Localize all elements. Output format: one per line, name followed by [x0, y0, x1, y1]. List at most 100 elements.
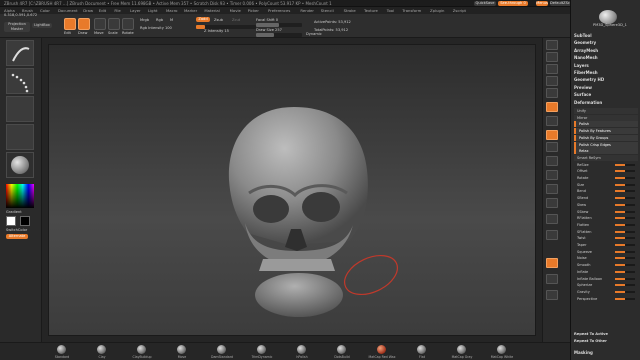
deformation-polish-slider[interactable]: Polish — [574, 121, 638, 128]
solo-button[interactable] — [546, 274, 558, 284]
trimdynamic-icon[interactable] — [257, 345, 266, 354]
tray-section-geometry[interactable]: Geometry — [574, 39, 638, 46]
menu-preferences[interactable]: Preferences — [268, 8, 290, 13]
polyf-button[interactable] — [546, 230, 558, 240]
deformation-smart-resym-button[interactable]: Smart ReSym — [574, 154, 638, 161]
deformation-twist-slider[interactable]: Twist — [574, 235, 638, 241]
menu-marker[interactable]: Marker — [184, 8, 197, 13]
deformation-gravity-slider[interactable]: Gravity — [574, 289, 638, 295]
scale-mode-button[interactable] — [108, 18, 120, 30]
skull-model[interactable] — [49, 45, 537, 337]
deformation-polish-crisp-edges-slider[interactable]: Polish Crisp Edges — [574, 141, 638, 148]
deformation-bend-slider[interactable]: Bend — [574, 188, 638, 194]
quicksave-button[interactable]: QuickSave — [474, 1, 496, 6]
deformation-skew-slider[interactable]: Skew — [574, 202, 638, 208]
alternate-button[interactable]: Alternate — [6, 234, 28, 239]
menu-light[interactable]: Light — [148, 8, 157, 13]
see-through-slider[interactable]: See-through 0 — [498, 1, 528, 6]
projection-master-button[interactable]: Projection Master — [4, 22, 30, 32]
menu-picker[interactable]: Picker — [248, 8, 259, 13]
menu-macro[interactable]: Macro — [166, 8, 178, 13]
zsub-button[interactable]: Zsub — [214, 18, 223, 22]
deformation-spherize-slider[interactable]: Spherize — [574, 282, 638, 288]
menu-material[interactable]: Material — [204, 8, 219, 13]
edit-mode-button[interactable] — [64, 18, 76, 30]
deformation-polish-by-groups-slider[interactable]: Polish By Groups — [574, 134, 638, 141]
menu-tool[interactable]: Tool — [387, 8, 394, 13]
menu-render[interactable]: Render — [300, 8, 314, 13]
menu-stencil[interactable]: Stencil — [321, 8, 334, 13]
move-mode-button[interactable] — [94, 18, 106, 30]
move-icon[interactable] — [177, 345, 186, 354]
deformation-mirror-button[interactable]: Mirror — [574, 114, 638, 121]
current-tool-icon[interactable] — [599, 10, 617, 24]
stroke-thumbnail[interactable] — [6, 68, 34, 94]
tray-section-nanomesh[interactable]: NanoMesh — [574, 54, 638, 61]
menu-color[interactable]: Color — [40, 8, 50, 13]
deformation-sbend-slider[interactable]: SBend — [574, 195, 638, 201]
deformation-inflate-balloon-slider[interactable]: Inflate Balloon — [574, 276, 638, 282]
texture-thumbnail[interactable] — [6, 124, 34, 150]
rotate-mode-button[interactable] — [122, 18, 134, 30]
material-thumbnail[interactable] — [6, 152, 34, 178]
menu-movie[interactable]: Movie — [230, 8, 241, 13]
menu-stroke[interactable]: Stroke — [344, 8, 356, 13]
damstandard-icon[interactable] — [217, 345, 226, 354]
deformation-relax-slider[interactable]: Relax — [574, 148, 638, 155]
scale-view-button[interactable] — [546, 184, 558, 194]
tray-section-layers[interactable]: Layers — [574, 62, 638, 69]
menu-texture[interactable]: Texture — [364, 8, 378, 13]
mrgb-button[interactable]: Mrgb — [140, 18, 149, 22]
flat-icon[interactable] — [417, 345, 426, 354]
transp-button[interactable] — [546, 258, 558, 268]
menu-transform[interactable]: Transform — [402, 8, 421, 13]
main-color-swatch[interactable] — [6, 216, 16, 226]
deformation-squeeze-slider[interactable]: Squeeze — [574, 249, 638, 255]
matcap-red-wax-icon[interactable] — [377, 345, 386, 354]
menu-file[interactable]: File — [114, 8, 120, 13]
draw-size-slider[interactable] — [256, 33, 302, 37]
deformation-offset-slider[interactable]: Offset — [574, 168, 638, 174]
draw-mode-button[interactable] — [78, 18, 90, 30]
tray-section-arraymesh[interactable]: ArrayMesh — [574, 47, 638, 54]
claybuildup-icon[interactable] — [137, 345, 146, 354]
rgb-button[interactable]: Rgb — [156, 18, 163, 22]
repeat-to-active-button[interactable]: Repeat To Active — [574, 331, 638, 338]
deformation-smooth-slider[interactable]: Smooth — [574, 262, 638, 268]
masking-section[interactable]: Masking — [574, 349, 638, 356]
menu-zscript[interactable]: Zscript — [453, 8, 466, 13]
bpr-button[interactable] — [546, 40, 558, 50]
tray-section-surface[interactable]: Surface — [574, 91, 638, 98]
frame-button[interactable] — [546, 156, 558, 166]
matcap-gray-icon[interactable] — [457, 345, 466, 354]
zadd-button[interactable]: Zadd — [196, 17, 210, 22]
move-view-button[interactable] — [546, 170, 558, 180]
deformation-taper-slider[interactable]: Taper — [574, 242, 638, 248]
tray-section-subtool[interactable]: SubTool — [574, 32, 638, 39]
zcut-button[interactable]: Zcut — [232, 18, 240, 22]
persp-button[interactable] — [546, 102, 558, 112]
hpolish-icon[interactable] — [297, 345, 306, 354]
deformation-polish-by-features-slider[interactable]: Polish By Features — [574, 128, 638, 135]
scroll-button[interactable] — [546, 64, 558, 74]
document-canvas[interactable] — [48, 44, 536, 336]
standard-icon[interactable] — [57, 345, 66, 354]
brush-thumbnail[interactable] — [6, 40, 34, 66]
tray-section-deformation[interactable]: Deformation — [574, 99, 638, 106]
repeat-to-other-button[interactable]: Repeat To Other — [574, 338, 638, 345]
xpose-button[interactable] — [546, 290, 558, 300]
line-fill-button[interactable] — [546, 214, 558, 224]
deformation-inflate-slider[interactable]: Inflate — [574, 269, 638, 275]
menu-document[interactable]: Document — [58, 8, 78, 13]
floor-button[interactable] — [546, 116, 558, 126]
clay-icon[interactable] — [97, 345, 106, 354]
rgb-intensity-slider[interactable]: Rgb Intensity 100 — [140, 26, 172, 30]
dynamic-button[interactable]: Dynamic — [306, 32, 322, 36]
deformation-flatten-slider[interactable]: Flatten — [574, 222, 638, 228]
menu-edit[interactable]: Edit — [99, 8, 106, 13]
lightbox-button[interactable]: LightBox — [32, 23, 52, 28]
color-picker[interactable] — [6, 184, 34, 208]
deformation-rflatten-slider[interactable]: RFlatten — [574, 215, 638, 221]
menus-button[interactable]: Menus — [536, 1, 548, 6]
deformation-size-slider[interactable]: Size — [574, 182, 638, 188]
